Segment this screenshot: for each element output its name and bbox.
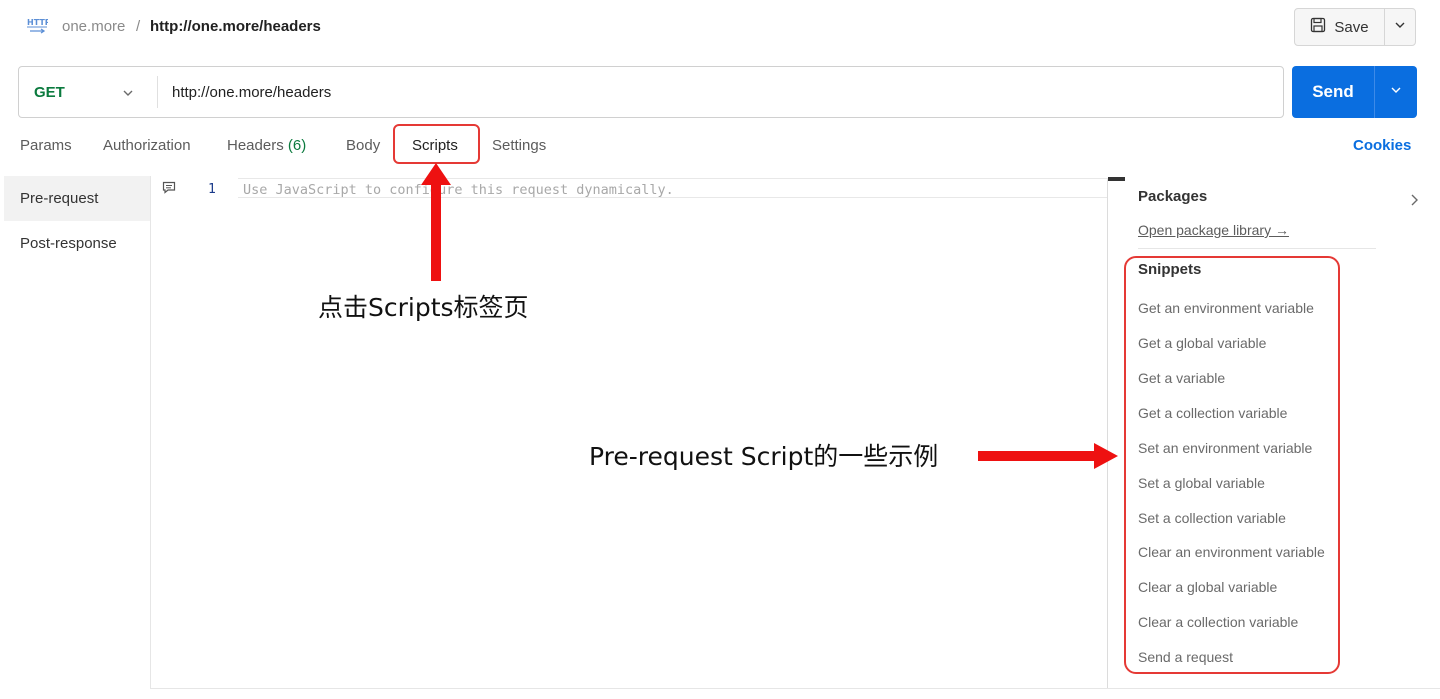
tab-params[interactable]: Params [20,137,72,154]
chevron-right-icon[interactable] [1408,192,1420,208]
send-button-group: Send [1292,66,1417,118]
packages-title: Packages [1138,188,1208,205]
script-tab-post-response[interactable]: Post-response [4,221,150,266]
save-button[interactable]: Save [1295,9,1384,45]
annotation-arrow-right [978,443,1118,469]
tab-headers-label: Headers [227,137,284,154]
save-options-button[interactable] [1384,9,1415,45]
annotation-snippets-note: Pre-request Script的一些示例 [589,442,939,471]
snippets-highlight [1124,256,1340,674]
tab-settings[interactable]: Settings [492,137,546,154]
divider [1107,180,1108,688]
headers-count-badge: (6) [287,137,307,154]
save-icon [1310,17,1326,37]
tab-headers[interactable]: Headers (6) [227,137,306,154]
divider [150,176,151,688]
scrollbar[interactable] [1108,177,1125,181]
divider [157,76,158,108]
scripts-tab-highlight [393,124,480,164]
save-button-group: Save [1294,8,1416,46]
annotation-arrow-up [421,163,451,281]
send-options-button[interactable] [1374,66,1417,118]
method-selector[interactable]: GET [34,84,65,101]
chevron-down-icon [1394,18,1406,36]
url-input[interactable] [172,80,1262,104]
open-package-library-link[interactable]: Open package library → [1138,222,1289,238]
divider [1138,248,1376,249]
chevron-down-icon[interactable] [121,86,135,100]
tab-authorization[interactable]: Authorization [103,137,191,154]
divider [150,688,1440,689]
tab-body[interactable]: Body [346,137,380,154]
script-editor[interactable]: Use JavaScript to configure this request… [243,182,674,198]
svg-text:HTTP: HTTP [27,18,48,27]
breadcrumb-parent[interactable]: one.more [62,18,125,35]
cookies-link[interactable]: Cookies [1353,137,1411,154]
script-tab-pre-request[interactable]: Pre-request [4,176,150,221]
annotation-scripts-note: 点击Scripts标签页 [318,293,529,322]
send-button[interactable]: Send [1292,66,1374,118]
breadcrumb-current[interactable]: http://one.more/headers [150,18,321,35]
http-icon: HTTP [26,15,51,37]
breadcrumb-separator: / [136,18,141,35]
line-number: 1 [208,182,216,197]
comment-icon[interactable] [162,181,176,194]
chevron-down-icon [1390,83,1402,101]
save-label: Save [1334,18,1369,36]
